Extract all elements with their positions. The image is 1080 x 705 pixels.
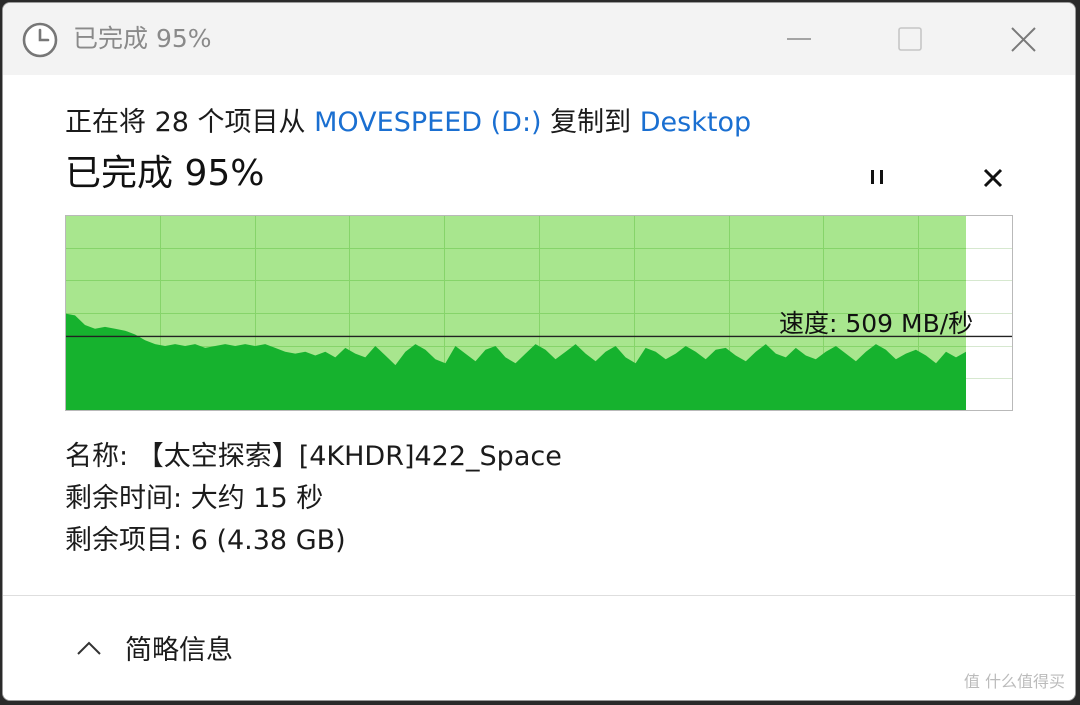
info-remaining-items: 剩余项目: 6 (4.38 GB) (65, 523, 346, 559)
items-label: 剩余项目: (65, 525, 183, 556)
info-name: 名称: 【太空探索】[4KHDR]422_Space (65, 439, 562, 475)
minimize-button[interactable] (765, 15, 825, 63)
destination-link[interactable]: Desktop (640, 107, 751, 138)
copy-progress-dialog: 已完成 95% 正在将 28 个项目从 MOVESPEED (D:) 复制到 D… (2, 2, 1076, 701)
items-value: 6 (4.38 GB) (190, 525, 346, 556)
close-icon (1011, 27, 1036, 52)
source-link[interactable]: MOVESPEED (D:) (314, 107, 541, 138)
details-toggle-label: 简略信息 (125, 635, 233, 666)
window-title: 已完成 95% (73, 24, 212, 53)
cancel-button[interactable] (971, 155, 1015, 199)
chevron-up-icon (77, 641, 101, 655)
transfer-description: 正在将 28 个项目从 MOVESPEED (D:) 复制到 Desktop (65, 105, 751, 141)
close-button[interactable] (991, 15, 1051, 63)
time-value: 大约 15 秒 (190, 483, 324, 514)
minimize-icon (787, 38, 811, 40)
speed-label: 速度: 509 MB/秒 (779, 309, 974, 338)
transfer-middle: 复制到 (541, 107, 640, 138)
transfer-prefix: 正在将 28 个项目从 (65, 107, 315, 138)
progress-status: 已完成 95% (65, 153, 265, 194)
info-remaining-time: 剩余时间: 大约 15 秒 (65, 481, 323, 517)
watermark: 值 什么值得买 (963, 672, 1065, 691)
time-label: 剩余时间: (65, 483, 183, 514)
clock-icon (22, 22, 58, 58)
pause-icon (871, 170, 883, 184)
name-value: 【太空探索】[4KHDR]422_Space (136, 441, 562, 472)
fewer-details-toggle[interactable]: 简略信息 (67, 625, 287, 681)
maximize-button[interactable] (879, 15, 939, 63)
name-label: 名称: (65, 441, 129, 472)
maximize-icon (898, 27, 922, 51)
cancel-icon (983, 168, 1003, 188)
pause-button[interactable] (855, 155, 899, 199)
title-bar[interactable]: 已完成 95% (3, 3, 1075, 75)
